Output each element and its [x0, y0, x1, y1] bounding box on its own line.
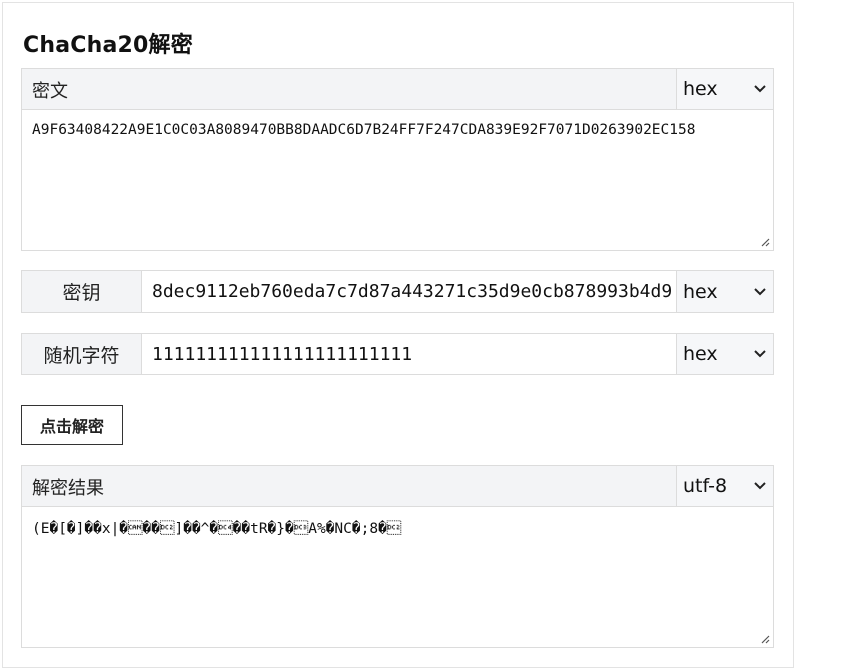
resize-grip-icon[interactable] — [760, 237, 770, 247]
page-title: ChaCha20解密 — [23, 33, 193, 58]
decrypt-button[interactable]: 点击解密 — [21, 405, 123, 445]
nonce-row: 随机字符 111111111111111111111111 hex — [21, 333, 774, 375]
key-input[interactable]: 8dec9112eb760eda7c7d87a443271c35d9e0cb87… — [143, 271, 676, 312]
key-label: 密钥 — [22, 271, 142, 312]
nonce-format-select[interactable]: hex — [676, 334, 773, 374]
key-format-value: hex — [683, 280, 718, 303]
key-row: 密钥 8dec9112eb760eda7c7d87a443271c35d9e0c… — [21, 270, 774, 313]
ciphertext-textarea[interactable]: A9F63408422A9E1C0C03A8089470BB8DAADC6D7B… — [22, 110, 773, 250]
ciphertext-box: 密文 hex A9F63408422A9E1C0C03A8089470BB8DA… — [21, 68, 774, 251]
result-format-select[interactable]: utf-8 — [676, 466, 773, 506]
chevron-down-icon — [754, 350, 766, 358]
nonce-format-value: hex — [683, 343, 718, 365]
ciphertext-label: 密文 — [32, 81, 68, 102]
ciphertext-format-value: hex — [683, 78, 718, 100]
result-textarea[interactable]: (E�[�]��x|���]��^���tR�}�A%�NC�;8� — [22, 507, 773, 647]
result-format-value: utf-8 — [683, 475, 728, 497]
chevron-down-icon — [754, 287, 766, 295]
ciphertext-header: 密文 hex — [22, 69, 773, 110]
chevron-down-icon — [754, 482, 766, 490]
result-box: 解密结果 utf-8 (E�[�]��x|���]��^���tR�}�… — [21, 465, 774, 648]
key-format-select[interactable]: hex — [676, 271, 773, 312]
resize-grip-icon[interactable] — [760, 634, 770, 644]
nonce-label: 随机字符 — [22, 334, 142, 374]
result-label: 解密结果 — [32, 478, 104, 499]
result-header: 解密结果 utf-8 — [22, 466, 773, 507]
nonce-input[interactable]: 111111111111111111111111 — [143, 334, 676, 374]
chevron-down-icon — [754, 85, 766, 93]
ciphertext-format-select[interactable]: hex — [676, 69, 773, 109]
